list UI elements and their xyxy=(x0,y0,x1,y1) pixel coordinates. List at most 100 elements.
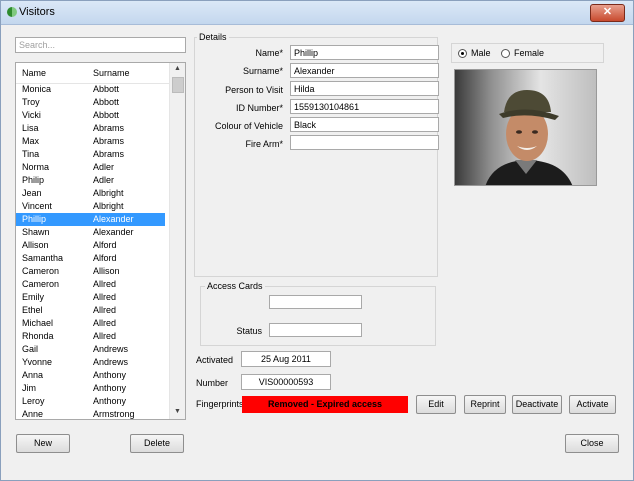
list-item-name: Monica xyxy=(22,84,52,94)
list-item-name: Emily xyxy=(22,292,44,302)
activated-label: Activated xyxy=(196,355,234,365)
name-field[interactable]: Phillip xyxy=(290,45,439,60)
column-header-surname[interactable]: Surname xyxy=(93,68,130,78)
person-to-visit-field[interactable]: Hilda xyxy=(290,81,439,96)
list-item[interactable]: Vicki Abbott xyxy=(16,109,165,122)
list-item-surname: Abrams xyxy=(93,149,125,159)
close-icon: ✕ xyxy=(602,6,613,18)
list-item[interactable]: Rhonda Allred xyxy=(16,330,165,343)
close-button[interactable]: Close xyxy=(565,434,619,453)
column-header-name[interactable]: Name xyxy=(22,68,46,78)
list-item[interactable]: Tina Abrams xyxy=(16,148,165,161)
list-item-surname: Alford xyxy=(93,253,117,263)
deactivate-button[interactable]: Deactivate xyxy=(512,395,562,414)
surname-field[interactable]: Alexander xyxy=(290,63,439,78)
list-item[interactable]: Jim Anthony xyxy=(16,382,165,395)
male-label[interactable]: Male xyxy=(471,48,491,58)
vehicle-colour-field[interactable]: Black xyxy=(290,117,439,132)
list-item-surname: Andrews xyxy=(93,344,129,354)
list-item-name: Cameron xyxy=(22,266,60,276)
list-item[interactable]: Cameron Allison xyxy=(16,265,165,278)
access-status-field[interactable] xyxy=(269,323,362,337)
delete-button[interactable]: Delete xyxy=(130,434,184,453)
list-item-name: Yvonne xyxy=(22,357,53,367)
list-item-surname: Albright xyxy=(93,188,124,198)
list-item[interactable]: Emily Allred xyxy=(16,291,165,304)
list-item[interactable]: Gail Andrews xyxy=(16,343,165,356)
list-item-name: Jean xyxy=(22,188,42,198)
list-item[interactable]: Ethel Allred xyxy=(16,304,165,317)
list-item[interactable]: Norma Adler xyxy=(16,161,165,174)
list-item-surname: Abrams xyxy=(93,136,125,146)
access-status-label: Status xyxy=(236,326,262,336)
list-item[interactable]: Cameron Allred xyxy=(16,278,165,291)
list-item-name: Michael xyxy=(22,318,54,328)
list-item[interactable]: Allison Alford xyxy=(16,239,165,252)
list-item-name: Anna xyxy=(22,370,44,380)
scroll-up-icon[interactable]: ▲ xyxy=(170,63,185,76)
details-group-label: Details xyxy=(197,32,229,42)
list-item-surname: Anthony xyxy=(93,396,127,406)
name-label: Name* xyxy=(255,48,283,58)
app-icon xyxy=(7,7,17,17)
visitors-window: Visitors ✕ Search... Name Surname Monica… xyxy=(0,0,634,481)
list-item[interactable]: Samantha Alford xyxy=(16,252,165,265)
search-input[interactable]: Search... xyxy=(15,37,186,53)
male-radio[interactable] xyxy=(458,49,467,58)
list-item[interactable]: Anna Anthony xyxy=(16,369,165,382)
number-label: Number xyxy=(196,378,229,388)
list-item-surname: Andrews xyxy=(93,357,129,367)
list-item-surname: Allison xyxy=(93,266,120,276)
list-item[interactable]: Max Abrams xyxy=(16,135,165,148)
list-item-name: Troy xyxy=(22,97,40,107)
female-label[interactable]: Female xyxy=(514,48,544,58)
female-radio[interactable] xyxy=(501,49,510,58)
visitor-list[interactable]: Name Surname Monica Abbott Troy Abbott Vicki… xyxy=(15,62,186,420)
activated-field[interactable]: 25 Aug 2011 xyxy=(241,351,331,367)
surname-label: Surname* xyxy=(242,66,283,76)
list-item[interactable]: Phillip Alexander xyxy=(16,213,165,226)
list-item-name: Leroy xyxy=(22,396,45,406)
scroll-thumb[interactable] xyxy=(172,77,184,93)
list-item[interactable]: Yvonne Andrews xyxy=(16,356,165,369)
list-item-surname: Alford xyxy=(93,240,117,250)
number-field[interactable]: VIS00000593 xyxy=(241,374,331,390)
fire-arm-field[interactable] xyxy=(290,135,439,150)
id-number-field[interactable]: 1559130104861 xyxy=(290,99,439,114)
list-item-name: Phillip xyxy=(22,214,47,224)
scroll-down-icon[interactable]: ▼ xyxy=(170,406,185,419)
fingerprints-label: Fingerprints xyxy=(196,399,244,409)
list-item[interactable]: Shawn Alexander xyxy=(16,226,165,239)
list-item[interactable]: Leroy Anthony xyxy=(16,395,165,408)
title-bar[interactable]: Visitors ✕ xyxy=(1,1,633,25)
edit-button[interactable]: Edit xyxy=(416,395,456,414)
list-item[interactable]: Anne Armstrong xyxy=(16,408,165,419)
list-item-surname: Armstrong xyxy=(93,409,135,419)
list-item-surname: Allred xyxy=(93,279,117,289)
list-item[interactable]: Philip Adler xyxy=(16,174,165,187)
list-scrollbar[interactable]: ▲ ▼ xyxy=(169,63,185,419)
window-close-button[interactable]: ✕ xyxy=(590,4,625,22)
list-item-name: Norma xyxy=(22,162,50,172)
list-item-name: Anne xyxy=(22,409,44,419)
list-item[interactable]: Monica Abbott xyxy=(16,83,165,96)
list-item-name: Tina xyxy=(22,149,40,159)
person-to-visit-label: Person to Visit xyxy=(225,85,283,95)
list-item-name: Rhonda xyxy=(22,331,54,341)
reprint-button[interactable]: Reprint xyxy=(464,395,506,414)
list-item[interactable]: Lisa Abrams xyxy=(16,122,165,135)
fire-arm-label: Fire Arm* xyxy=(245,139,283,149)
list-item[interactable]: Troy Abbott xyxy=(16,96,165,109)
list-item[interactable]: Jean Albright xyxy=(16,187,165,200)
visitor-photo-image xyxy=(455,70,596,185)
list-item-name: Samantha xyxy=(22,253,64,263)
list-item-name: Ethel xyxy=(22,305,43,315)
list-item[interactable]: Michael Allred xyxy=(16,317,165,330)
new-button[interactable]: New xyxy=(16,434,70,453)
list-item[interactable]: Vincent Albright xyxy=(16,200,165,213)
visitor-photo xyxy=(454,69,597,186)
access-card-field[interactable] xyxy=(269,295,362,309)
list-item-surname: Abbott xyxy=(93,97,120,107)
activate-button[interactable]: Activate xyxy=(569,395,616,414)
list-item-name: Philip xyxy=(22,175,45,185)
